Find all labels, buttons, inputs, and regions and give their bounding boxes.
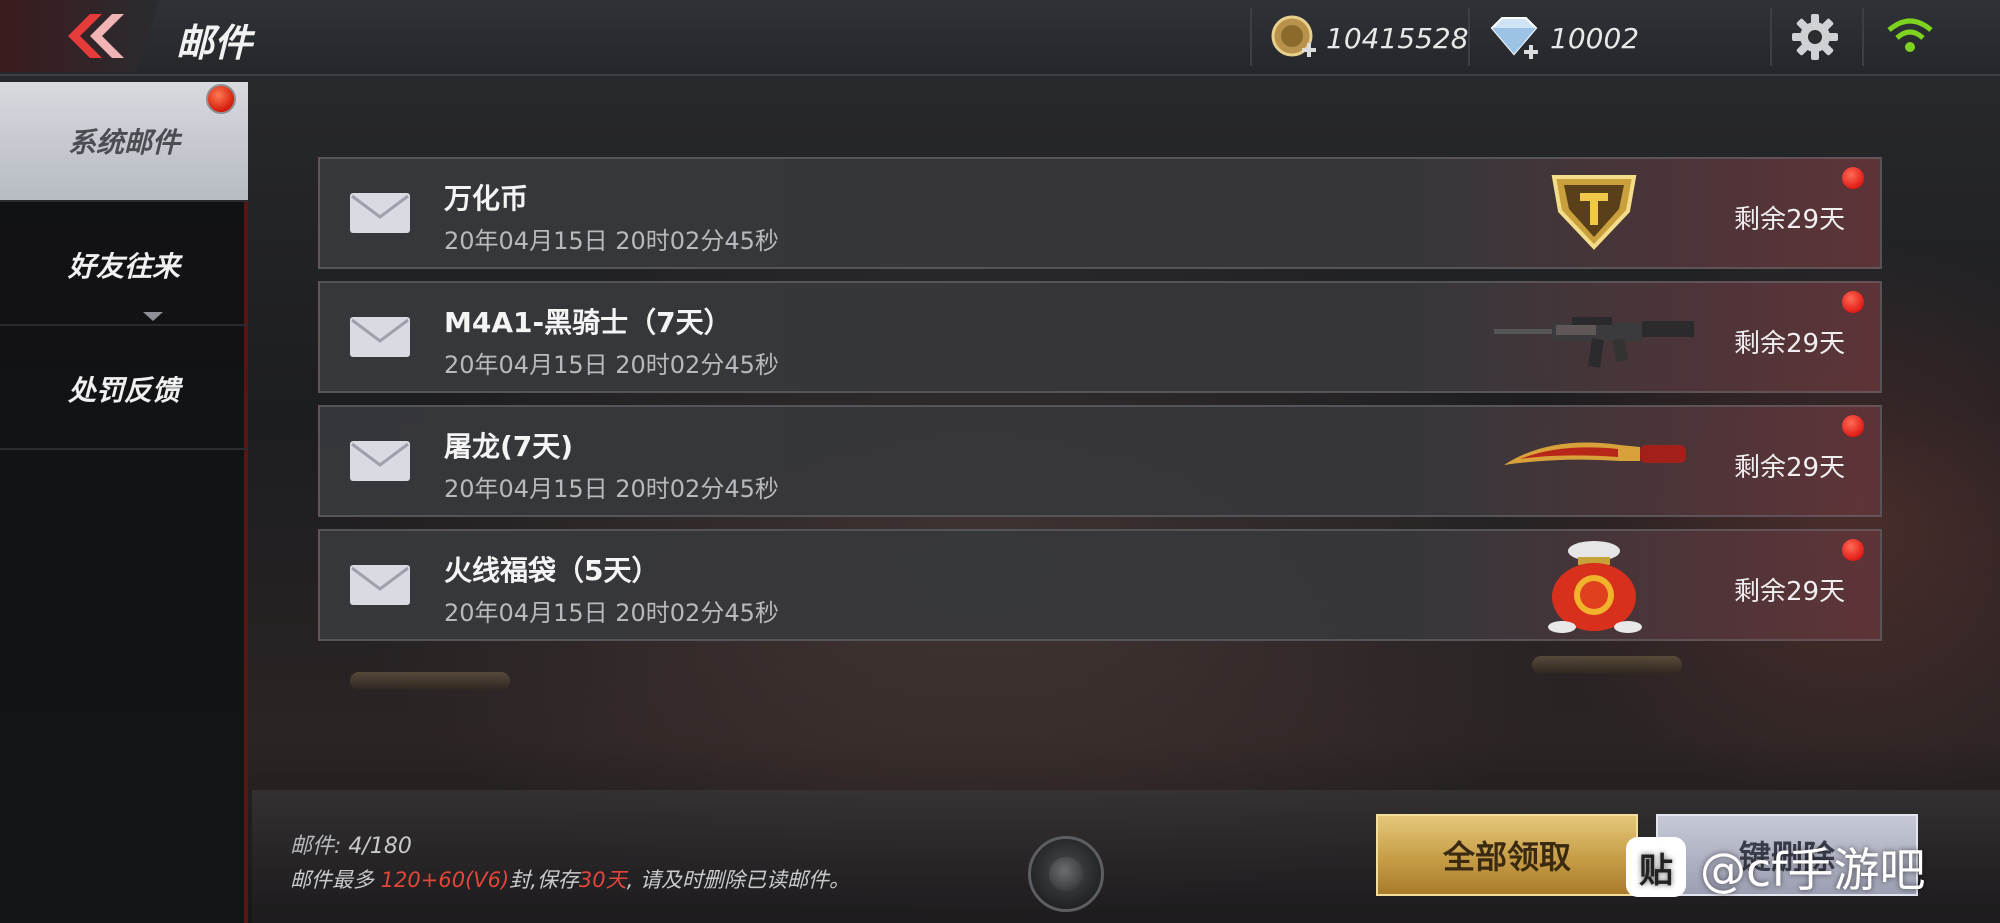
mail-title: 火线福袋（5天）	[444, 554, 660, 587]
virtual-joystick[interactable]	[1028, 836, 1104, 912]
mail-date: 20年04月15日 20时02分45秒	[444, 599, 779, 627]
mail-remaining: 剩余29天	[1734, 329, 1846, 359]
info-middle: 封,保存	[509, 868, 579, 892]
mail-title: M4A1-黑骑士（7天）	[444, 306, 732, 339]
sidebar-item-label: 系统邮件	[67, 126, 180, 159]
mail-row[interactable]: 火线福袋（5天） 20年04月15日 20时02分45秒 剩余29天	[318, 529, 1882, 641]
unread-dot	[1842, 539, 1864, 561]
divider	[1770, 8, 1772, 66]
mail-date: 20年04月15日 20时02分45秒	[444, 351, 779, 379]
info-suffix: , 请及时删除已读邮件。	[626, 868, 850, 892]
sidebar-item-friend-mail[interactable]: 好友往来	[0, 206, 248, 326]
mail-count: 邮件: 4/180	[290, 828, 412, 860]
envelope-icon	[350, 565, 410, 605]
mail-limit-info: 邮件最多 120+60(V6)封,保存30天, 请及时删除已读邮件。	[290, 864, 850, 894]
divider	[1862, 8, 1864, 66]
info-prefix: 邮件最多	[290, 868, 381, 892]
mail-title: 万化币	[444, 182, 529, 215]
page-title: 邮件	[176, 21, 253, 65]
settings-button[interactable]	[1790, 12, 1840, 66]
unread-badge	[206, 84, 236, 114]
sidebar-item-label: 好友往来	[67, 250, 180, 283]
lucky-bag-icon	[1548, 541, 1642, 633]
wifi-icon	[1887, 18, 1933, 52]
mail-remaining: 剩余29天	[1734, 205, 1846, 235]
mail-count-label: 邮件:	[290, 834, 342, 859]
claim-all-button[interactable]: 全部领取	[1376, 814, 1638, 896]
mail-count-value: 4/180	[348, 834, 412, 859]
blade-icon	[1504, 442, 1686, 465]
mail-row[interactable]: 屠龙(7天) 20年04月15日 20时02分45秒 剩余29天	[318, 405, 1882, 517]
mail-remaining: 剩余29天	[1734, 577, 1846, 607]
sidebar-item-penalty-feedback[interactable]: 处罚反馈	[0, 330, 248, 450]
envelope-icon	[350, 193, 410, 233]
info-limit: 120+60(V6)	[380, 868, 510, 892]
mail-row[interactable]: 万化币 20年04月15日 20时02分45秒 剩余29天	[318, 157, 1882, 269]
gold-currency[interactable]: 10415528	[1270, 10, 1469, 66]
back-arrow-icon	[68, 14, 124, 58]
unread-dot	[1842, 291, 1864, 313]
mail-date: 20年04月15日 20时02分45秒	[444, 227, 779, 255]
decor-bullet	[350, 672, 510, 690]
gold-amount: 10415528	[1326, 21, 1469, 55]
unread-dot	[1842, 167, 1864, 189]
unread-dot	[1842, 415, 1864, 437]
top-bar: 邮件 10415528 10002	[0, 0, 2000, 76]
envelope-icon	[350, 441, 410, 481]
mail-category-sidebar: 系统邮件 好友往来 处罚反馈	[0, 82, 248, 923]
divider	[1250, 8, 1252, 66]
envelope-icon	[350, 317, 410, 357]
tieba-logo: 贴	[1626, 837, 1686, 897]
gold-coin-plus-icon	[1271, 15, 1316, 57]
divider	[1468, 8, 1470, 66]
chevron-down-icon	[143, 312, 163, 321]
back-button[interactable]	[0, 0, 160, 72]
mail-title: 屠龙(7天)	[444, 430, 574, 463]
mail-date: 20年04月15日 20时02分45秒	[444, 475, 779, 503]
mail-row[interactable]: M4A1-黑骑士（7天） 20年04月15日 20时02分45秒 剩余29天	[318, 281, 1882, 393]
rifle-icon	[1494, 317, 1694, 368]
wanhua-coin-icon	[1551, 175, 1637, 250]
gear-icon	[1792, 14, 1838, 60]
diamond-amount: 10002	[1550, 21, 1640, 55]
mail-remaining: 剩余29天	[1734, 453, 1846, 483]
info-days: 30天	[578, 868, 627, 892]
diamond-currency[interactable]: 10002	[1486, 10, 1639, 66]
sidebar-item-label: 处罚反馈	[67, 374, 180, 407]
network-status	[1885, 14, 1935, 62]
watermark-text: @cf手游吧	[1700, 843, 1926, 897]
decor-bullet	[1532, 656, 1682, 674]
diamond-plus-icon	[1490, 17, 1538, 59]
watermark: 贴 @cf手游吧	[1626, 832, 1926, 902]
